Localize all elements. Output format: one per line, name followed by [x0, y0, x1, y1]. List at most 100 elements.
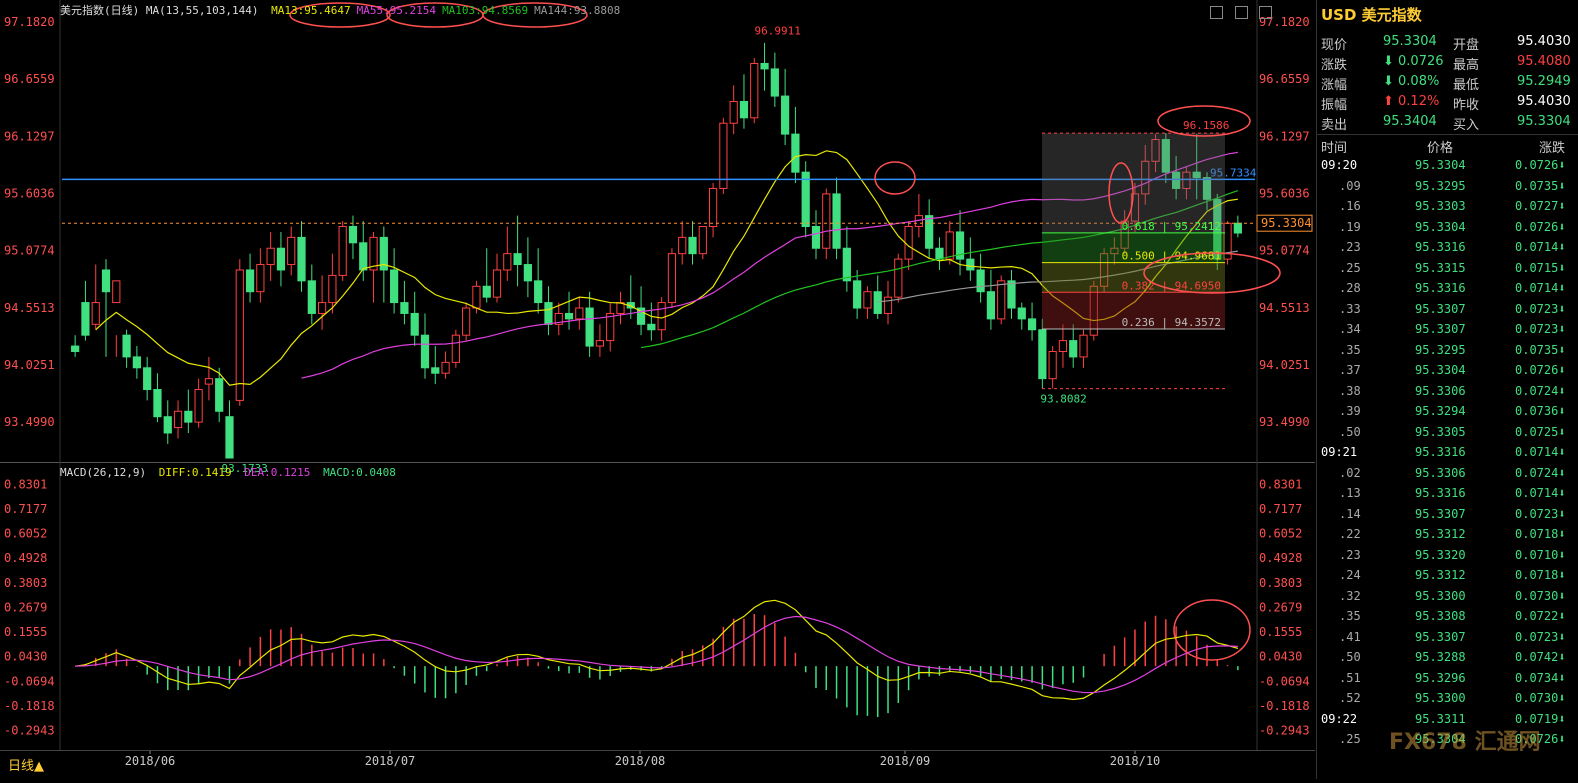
quote-value: 95.2949 [1517, 74, 1571, 89]
candle-body [276, 247, 286, 271]
price-tag-label: 95.3304 [1261, 216, 1312, 230]
tick-row: .39 95.3294 0.0736⬇ [1339, 404, 1566, 418]
macd-tick-left: 0.6052 [4, 527, 47, 541]
window-controls[interactable] [1210, 4, 1273, 23]
candle-body [513, 253, 522, 266]
quote-label: 最高 [1453, 58, 1480, 73]
quote-value: ⬆ 0.12% [1383, 94, 1440, 109]
tick-row: .22 95.3312 0.0718⬇ [1339, 527, 1566, 541]
candle-body [112, 280, 121, 304]
candle-body [997, 280, 1006, 320]
quote-value: ⬇ 0.0726 [1383, 54, 1444, 69]
quote-label: 开盘 [1453, 38, 1480, 53]
candle-body [894, 258, 903, 298]
chart-area[interactable]: 97.1820 97.1820 96.6559 96.6559 96.1297 96.12… [0, 0, 1315, 779]
quote-label: 卖出 [1321, 118, 1348, 133]
candle-body [575, 307, 584, 320]
macd-tick-left: 0.0430 [4, 650, 47, 664]
main-chart-legend: 美元指数(日线) MA(13,55,103,144) MA13:95.4647 M… [60, 2, 620, 18]
candle-body [678, 236, 687, 255]
y-tick-left: 96.1297 [4, 129, 55, 143]
candle-body [904, 226, 913, 260]
quote-row: 涨幅 ⬇ 0.08% 最低 95.2949 [1317, 72, 1578, 93]
fib-level-label: 0.382 | 94.6950 [1122, 279, 1221, 292]
quote-label: 现价 [1321, 38, 1348, 53]
y-tick-right: 94.0251 [1259, 358, 1310, 372]
tick-row: .33 95.3307 0.0723⬇ [1339, 301, 1566, 316]
candle-body [503, 253, 512, 271]
tick-row: .24 95.3312 0.0718⬇ [1339, 568, 1566, 582]
candle-body [976, 269, 985, 293]
quote-label: 振幅 [1321, 98, 1348, 113]
bottom-toolbar: 日线▲ [0, 750, 1315, 780]
highlight-ellipse [1173, 599, 1251, 661]
macd-tick-right: 0.2679 [1259, 600, 1302, 614]
candle-body [791, 133, 800, 173]
quote-label: 昨收 [1453, 98, 1480, 113]
macd-dea: DEA:0.1215 [244, 466, 311, 479]
fib-level-label: 0.500 | 94.9681 [1122, 250, 1221, 263]
y-tick-left: 94.5513 [4, 301, 55, 315]
quote-label: 最低 [1453, 78, 1480, 93]
close-icon[interactable] [1259, 6, 1273, 19]
candle-body [832, 193, 841, 249]
candle-body [143, 367, 152, 391]
macd-tick-right: -0.2943 [1259, 724, 1310, 738]
quote-value: 95.3404 [1383, 114, 1437, 129]
pane-divider [0, 462, 1315, 463]
candle-body [472, 285, 481, 309]
candle-body [883, 296, 893, 314]
candle-body [482, 285, 491, 298]
candle-body [708, 187, 718, 228]
quote-label: 涨幅 [1321, 78, 1348, 93]
ma-value-ma144: MA144:93.8808 [534, 4, 621, 17]
quote-row: 现价 95.3304 开盘 95.4030 [1317, 32, 1578, 53]
macd-tick-right: 0.6052 [1259, 527, 1302, 541]
candle-body [91, 302, 100, 325]
candle-body [657, 302, 666, 331]
candle-body [1007, 280, 1016, 309]
macd-tick-left: 0.3803 [4, 576, 47, 590]
macd-tick-right: 0.1555 [1259, 625, 1302, 639]
tick-row: .41 95.3307 0.0723⬇ [1339, 629, 1566, 644]
tick-row: 09:21 95.3316 0.0714⬇ [1321, 445, 1566, 459]
candle-body [945, 231, 954, 260]
macd-tick-left: -0.2943 [4, 724, 55, 738]
tick-row: .37 95.3304 0.0726⬇ [1339, 363, 1566, 377]
candle-body [101, 269, 111, 293]
candle-body [348, 226, 358, 244]
candle-body [328, 274, 337, 304]
candle-body [410, 312, 419, 336]
tick-row: 09:20 95.3304 0.0726⬇ [1321, 158, 1566, 172]
quote-value: 95.4030 [1517, 34, 1571, 49]
quote-label: 买入 [1453, 118, 1480, 133]
minimize-icon[interactable] [1210, 6, 1223, 19]
swing-low-label: 93.8082 [1040, 392, 1086, 405]
candle-body [390, 269, 399, 304]
fib-level-label: 0.618 | 95.2412 [1122, 220, 1221, 233]
period-selector[interactable]: 日线▲ [8, 755, 44, 774]
candle-body [71, 345, 80, 352]
candle-body [441, 361, 450, 374]
macd-tick-right: 0.3803 [1259, 576, 1302, 590]
candle-body [564, 312, 574, 320]
quote-row: 振幅 ⬆ 0.12% 昨收 95.4030 [1317, 92, 1578, 113]
candle-body [853, 280, 862, 309]
ma-value-ma13: MA13:95.4647 [271, 4, 351, 17]
fib-zone-top [1042, 133, 1225, 233]
candle-body [966, 258, 975, 271]
chart-svg: 97.1820 97.182096.6559 96.655996.1297 96.12… [0, 0, 1315, 768]
candle-body [287, 236, 296, 266]
candle-body [163, 416, 172, 434]
tick-row: .52 95.3300 0.0730⬇ [1339, 691, 1566, 705]
tick-row: .28 95.3316 0.0714⬇ [1339, 281, 1566, 295]
y-tick-right: 96.6559 [1259, 72, 1310, 86]
candle-body [842, 247, 851, 282]
candle-body [935, 247, 944, 260]
watermark-logo: FX678 汇通网 [1389, 730, 1541, 755]
candle-body [81, 302, 90, 336]
candle-body [811, 226, 821, 249]
restore-icon[interactable] [1234, 6, 1248, 19]
tick-row: .51 95.3296 0.0734⬇ [1339, 670, 1566, 685]
candle-body [750, 62, 759, 119]
